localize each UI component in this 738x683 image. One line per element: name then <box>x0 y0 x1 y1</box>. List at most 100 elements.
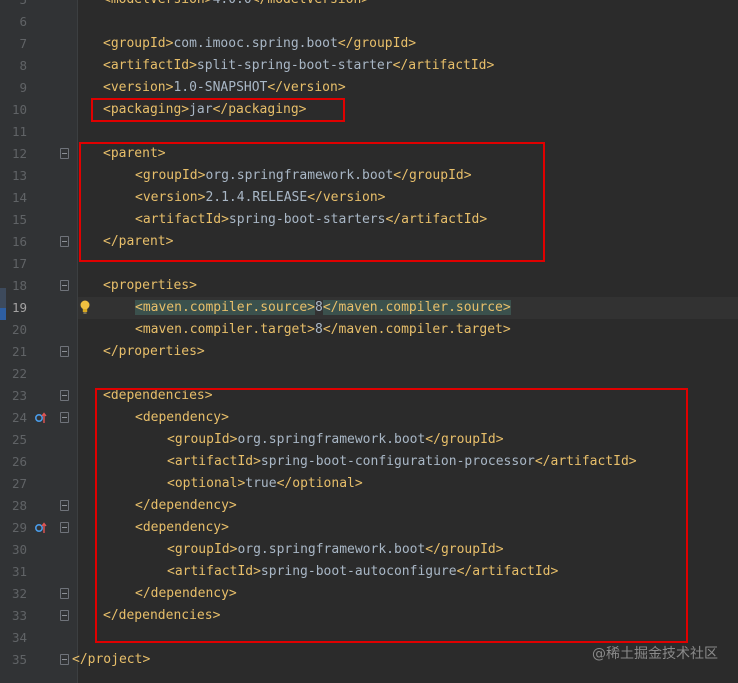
code-area: <artifactId>split-spring-boot-starter</a… <box>78 55 738 77</box>
xml-tag: <packaging> <box>103 102 190 117</box>
code-area: </parent> <box>78 231 738 253</box>
code-line[interactable]: 30 <groupId>org.springframework.boot</gro… <box>0 539 738 561</box>
code-text: </project> <box>72 649 150 671</box>
fold-collapse-icon[interactable] <box>60 412 69 423</box>
code-line[interactable]: 33 </dependencies> <box>0 605 738 627</box>
xml-tag: <parent> <box>103 146 166 161</box>
xml-tag: </artifactId> <box>456 564 559 579</box>
xml-tag: </artifactId> <box>392 58 495 73</box>
code-line[interactable]: 13 <groupId>org.springframework.boot</gro… <box>0 165 738 187</box>
code-line[interactable]: 8 <artifactId>split-spring-boot-starter</… <box>0 55 738 77</box>
maven-override-icon[interactable] <box>34 521 48 539</box>
code-area: <version>2.1.4.RELEASE</version> <box>78 187 738 209</box>
fold-end-icon[interactable] <box>60 500 69 511</box>
code-line[interactable]: 15 <artifactId>spring-boot-starters</arti… <box>0 209 738 231</box>
code-line[interactable]: 14 <version>2.1.4.RELEASE</version> <box>0 187 738 209</box>
xml-value: true <box>245 476 277 491</box>
xml-tag: </groupId> <box>425 542 504 557</box>
code-text: <parent> <box>103 143 166 165</box>
code-line[interactable]: 26 <artifactId>spring-boot-configuration-… <box>0 451 738 473</box>
code-line[interactable]: 11 <box>0 121 738 143</box>
line-number: 10 <box>11 102 27 117</box>
code-line[interactable]: 24 <dependency> <box>0 407 738 429</box>
line-number: 35 <box>11 652 27 667</box>
code-area: <maven.compiler.source>8</maven.compiler… <box>78 297 738 319</box>
xml-value: spring-boot-configuration-processor <box>260 454 535 469</box>
code-area: <maven.compiler.target>8</maven.compiler… <box>78 319 738 341</box>
code-text: <artifactId>spring-boot-starters</artifa… <box>135 209 487 231</box>
fold-end-icon[interactable] <box>60 654 69 665</box>
code-line[interactable]: 6 <box>0 11 738 33</box>
line-number: 17 <box>11 256 27 271</box>
xml-tag: <modelVersion> <box>103 0 213 7</box>
xml-tag: <optional> <box>167 476 246 491</box>
xml-tag: <maven.compiler.source> <box>135 300 316 315</box>
code-line[interactable]: 21 </properties> <box>0 341 738 363</box>
code-text: <groupId>org.springframework.boot</group… <box>135 165 472 187</box>
xml-value: 1.0-SNAPSHOT <box>173 80 268 95</box>
xml-value: org.springframework.boot <box>237 432 426 447</box>
xml-tag: <version> <box>103 80 174 95</box>
fold-collapse-icon[interactable] <box>60 522 69 533</box>
code-area: <parent> <box>78 143 738 165</box>
code-text: <groupId>com.imooc.spring.boot</groupId> <box>103 33 416 55</box>
code-area <box>78 121 738 143</box>
xml-tag: </groupId> <box>337 36 417 51</box>
xml-tag: </parent> <box>103 234 174 249</box>
code-line[interactable]: 16 </parent> <box>0 231 738 253</box>
line-number: 19 <box>11 300 27 315</box>
code-area: <dependencies> <box>78 385 738 407</box>
code-line[interactable]: 5 <modelVersion>4.0.0</modelVersion> <box>0 0 738 11</box>
line-number: 12 <box>11 146 27 161</box>
xml-tag: </dependency> <box>135 586 237 601</box>
xml-tag: </artifactId> <box>385 212 488 227</box>
code-text: <dependency> <box>135 517 229 539</box>
xml-tag: </maven.compiler.source> <box>322 300 511 315</box>
code-area: </dependency> <box>78 583 738 605</box>
xml-value: com.imooc.spring.boot <box>173 36 338 51</box>
code-line[interactable]: 22 <box>0 363 738 385</box>
fold-end-icon[interactable] <box>60 236 69 247</box>
code-line[interactable]: 29 <dependency> <box>0 517 738 539</box>
code-editor[interactable]: 5 <modelVersion>4.0.0</modelVersion> 6 7 <gr… <box>0 0 738 683</box>
fold-end-icon[interactable] <box>60 346 69 357</box>
code-line[interactable]: 23 <dependencies> <box>0 385 738 407</box>
xml-value: spring-boot-autoconfigure <box>260 564 457 579</box>
code-line[interactable]: 19 <maven.compiler.source>8</maven.compil… <box>0 297 738 319</box>
xml-value: 2.1.4.RELEASE <box>205 190 308 205</box>
maven-override-icon[interactable] <box>34 411 48 429</box>
fold-end-icon[interactable] <box>60 610 69 621</box>
line-number: 29 <box>11 520 27 535</box>
line-number: 34 <box>11 630 27 645</box>
xml-tag: <artifactId> <box>167 564 261 579</box>
line-number: 20 <box>11 322 27 337</box>
code-line[interactable]: 32 </dependency> <box>0 583 738 605</box>
code-text: <modelVersion>4.0.0</modelVersion> <box>103 0 369 11</box>
code-line[interactable]: 17 <box>0 253 738 275</box>
fold-collapse-icon[interactable] <box>60 280 69 291</box>
code-line[interactable]: 27 <optional>true</optional> <box>0 473 738 495</box>
line-number: 33 <box>11 608 27 623</box>
code-line[interactable]: 12 <parent> <box>0 143 738 165</box>
line-number: 24 <box>11 410 27 425</box>
lightbulb-icon[interactable] <box>79 299 91 315</box>
code-line[interactable]: 31 <artifactId>spring-boot-autoconfigure<… <box>0 561 738 583</box>
xml-value: 8 <box>315 300 323 315</box>
code-line[interactable]: 25 <groupId>org.springframework.boot</gro… <box>0 429 738 451</box>
code-line[interactable]: 9 <version>1.0-SNAPSHOT</version> <box>0 77 738 99</box>
fold-collapse-icon[interactable] <box>60 148 69 159</box>
line-number: 14 <box>11 190 27 205</box>
line-number: 13 <box>11 168 27 183</box>
code-line[interactable]: 7 <groupId>com.imooc.spring.boot</groupId… <box>0 33 738 55</box>
code-text: <dependencies> <box>103 385 213 407</box>
fold-collapse-icon[interactable] <box>60 390 69 401</box>
code-line[interactable]: 20 <maven.compiler.target>8</maven.compil… <box>0 319 738 341</box>
code-line[interactable]: 28 </dependency> <box>0 495 738 517</box>
xml-tag: </packaging> <box>212 102 307 117</box>
code-area <box>78 363 738 385</box>
xml-tag: </groupId> <box>425 432 504 447</box>
code-line[interactable]: 10 <packaging>jar</packaging> <box>0 99 738 121</box>
code-line[interactable]: 18 <properties> <box>0 275 738 297</box>
fold-end-icon[interactable] <box>60 588 69 599</box>
code-text: <properties> <box>103 275 197 297</box>
